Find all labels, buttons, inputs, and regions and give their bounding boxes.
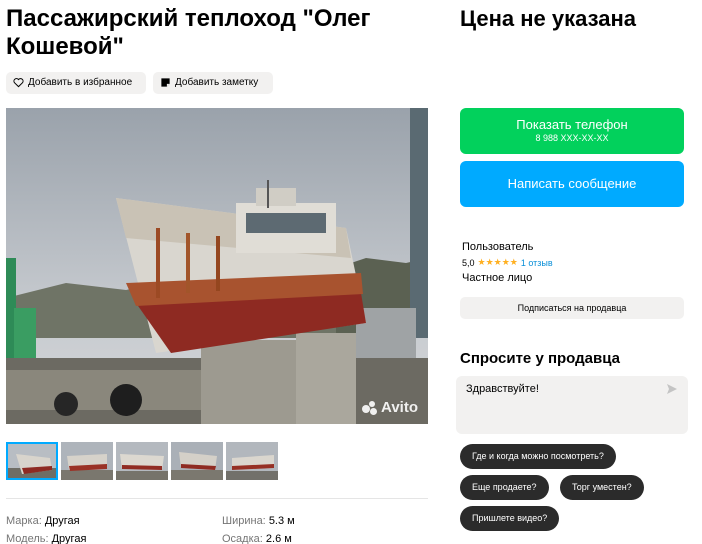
seller-rating: 5,0 ★★★★★ 1 отзыв (462, 257, 553, 268)
ask-seller-title: Спросите у продавца (460, 350, 620, 367)
param-model: Модель: Другая (6, 532, 86, 544)
param-model-value: Другая (51, 533, 87, 544)
quick-question-still-selling[interactable]: Еще продаете? (460, 475, 549, 500)
rating-value: 5,0 (462, 257, 475, 268)
add-note-button[interactable]: Добавить заметку (153, 72, 273, 94)
thumbnail-5[interactable] (226, 442, 278, 480)
masked-phone: 8 988 XXX-XX-XX (535, 133, 609, 143)
param-draft: Осадка: 2.6 м (222, 532, 292, 544)
avito-watermark: Avito (362, 399, 418, 416)
param-brand: Марка: Другая (6, 514, 80, 528)
param-brand-value: Другая (44, 515, 80, 527)
message-input[interactable] (456, 376, 688, 434)
thumbnail-3[interactable] (116, 442, 168, 480)
heart-icon (13, 78, 24, 88)
quick-question-bargain[interactable]: Торг уместен? (560, 475, 644, 500)
avito-watermark-text: Avito (381, 399, 418, 416)
quick-question-label: Где и когда можно посмотреть? (472, 451, 604, 461)
rating-stars-icon: ★★★★★ (477, 257, 518, 267)
show-phone-button[interactable]: Показать телефон 8 988 XXX-XX-XX (460, 108, 684, 154)
seller-name[interactable]: Пользователь (462, 241, 533, 253)
reviews-link[interactable]: 1 отзыв (521, 258, 553, 268)
seller-type: Частное лицо (462, 272, 533, 284)
thumbnail-4[interactable] (171, 442, 223, 480)
quick-question-where-when[interactable]: Где и когда можно посмотреть? (460, 444, 616, 469)
note-icon (161, 78, 170, 87)
param-brand-key: Марка: (6, 515, 42, 527)
price: Цена не указана (460, 6, 636, 31)
listing-title: Пассажирский теплоход "Олег Кошевой" (6, 5, 371, 60)
quick-question-video[interactable]: Пришлете видео? (460, 506, 560, 531)
quick-question-label: Торг уместен? (572, 482, 632, 492)
param-model-key: Модель: (6, 533, 49, 544)
param-draft-value: 2.6 м (265, 533, 292, 544)
main-photo[interactable]: Avito (6, 108, 428, 424)
param-width-key: Ширина: (222, 515, 266, 527)
add-to-favorites-button[interactable]: Добавить в избранное (6, 72, 146, 94)
add-to-favorites-label: Добавить в избранное (28, 77, 133, 88)
quick-question-label: Еще продаете? (472, 482, 537, 492)
param-draft-key: Осадка: (222, 533, 263, 544)
send-icon[interactable] (666, 383, 678, 395)
write-message-button[interactable]: Написать сообщение (460, 161, 684, 207)
show-phone-label: Показать телефон (516, 117, 628, 132)
param-width-value: 5.3 м (268, 515, 295, 527)
thumbnail-2[interactable] (61, 442, 113, 480)
add-note-label: Добавить заметку (175, 77, 259, 88)
quick-question-label: Пришлете видео? (472, 513, 548, 523)
avito-logo-icon (362, 400, 378, 415)
subscribe-seller-label: Подписаться на продавца (517, 303, 627, 313)
divider (6, 498, 428, 499)
subscribe-seller-button[interactable]: Подписаться на продавца (460, 297, 684, 319)
write-message-label: Написать сообщение (507, 176, 637, 191)
thumbnail-strip (6, 442, 278, 480)
param-width: Ширина: 5.3 м (222, 514, 295, 528)
thumbnail-1[interactable] (6, 442, 58, 480)
